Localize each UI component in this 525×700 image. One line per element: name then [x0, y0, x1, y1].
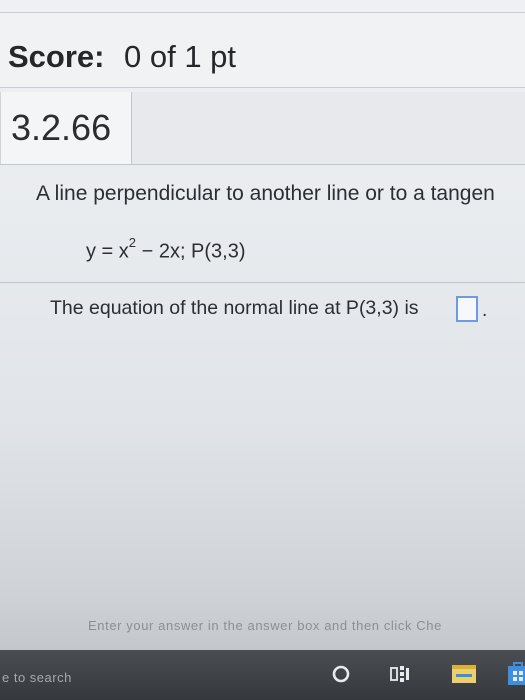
- score-label: Score:: [8, 39, 105, 74]
- divider: [0, 282, 525, 283]
- equation: y = x2 − 2x; P(3,3): [86, 235, 246, 264]
- equation-suffix: − 2x; P(3,3): [136, 240, 246, 263]
- task-view-icon[interactable]: [389, 664, 411, 684]
- cortana-icon[interactable]: [331, 664, 351, 684]
- store-icon[interactable]: [506, 660, 525, 686]
- answer-prompt: The equation of the normal line at P(3,3…: [50, 297, 419, 319]
- equation-prefix: y = x: [86, 240, 129, 263]
- answer-input[interactable]: [456, 296, 478, 322]
- footer-instruction: Enter your answer in the answer box and …: [88, 618, 442, 633]
- taskbar: e to search: [0, 650, 525, 700]
- equation-exponent: 2: [128, 235, 137, 250]
- problem-header: 3.2.66: [0, 92, 525, 165]
- taskbar-search[interactable]: e to search: [2, 670, 72, 685]
- question-prompt: A line perpendicular to another line or …: [36, 182, 495, 205]
- score-value: 0 of 1 pt: [124, 39, 237, 74]
- problem-number: 3.2.66: [0, 92, 132, 164]
- score-bar: Score: 0 of 1 pt: [0, 12, 525, 88]
- answer-period: .: [482, 300, 488, 321]
- file-explorer-icon[interactable]: [451, 662, 477, 684]
